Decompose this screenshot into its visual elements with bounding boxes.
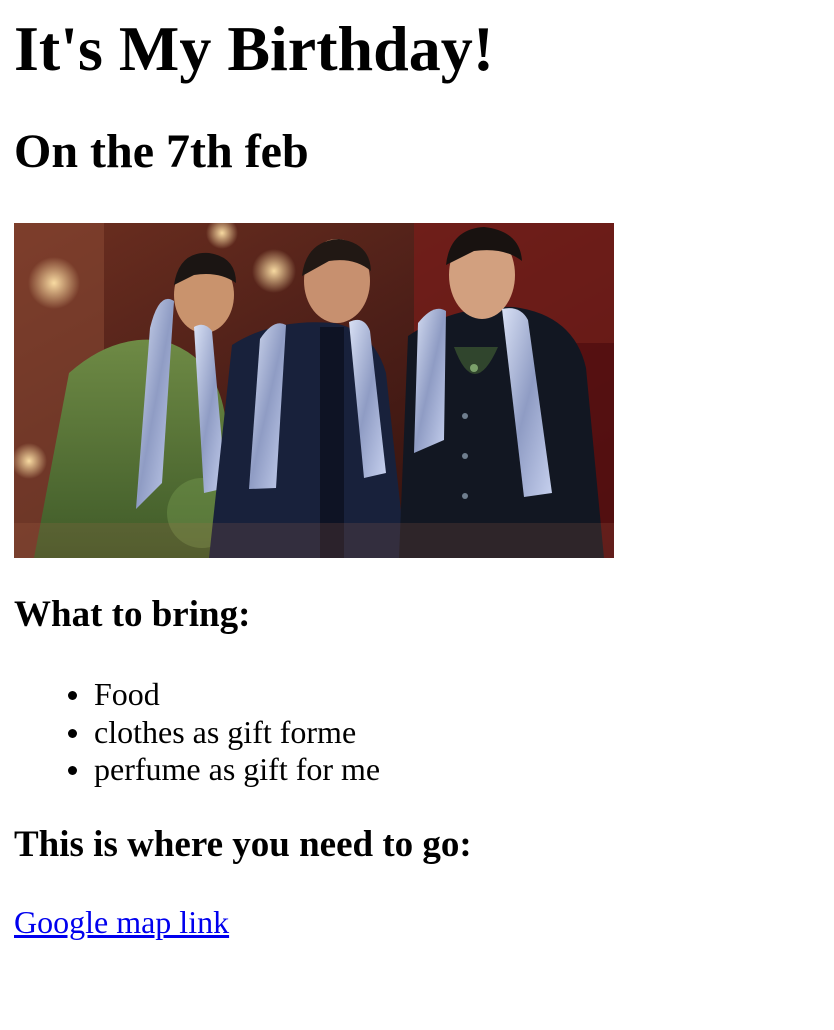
bullet-icon [68,728,77,738]
bullet-icon [68,766,77,775]
list-item: Food [68,676,380,714]
party-photo [14,223,614,558]
list-item: perfume as gift for me [68,751,381,789]
list-item-label: Food [94,676,160,712]
list-item-label: clothes as gift forme [94,713,357,750]
bullet-icon [68,691,77,700]
destination-heading: This is where you need to go: [14,824,472,865]
google-map-link[interactable]: Google map link [14,904,229,941]
bring-list: Food clothes as gift forme perfume as gi… [14,676,380,789]
bring-heading: What to bring: [14,594,251,635]
list-item-label: perfume as gift for me [94,751,381,787]
page-title: It's My Birthday! [14,13,494,84]
list-item: clothes as gift forme [68,713,380,752]
page-subtitle: On the 7th feb [14,125,309,178]
